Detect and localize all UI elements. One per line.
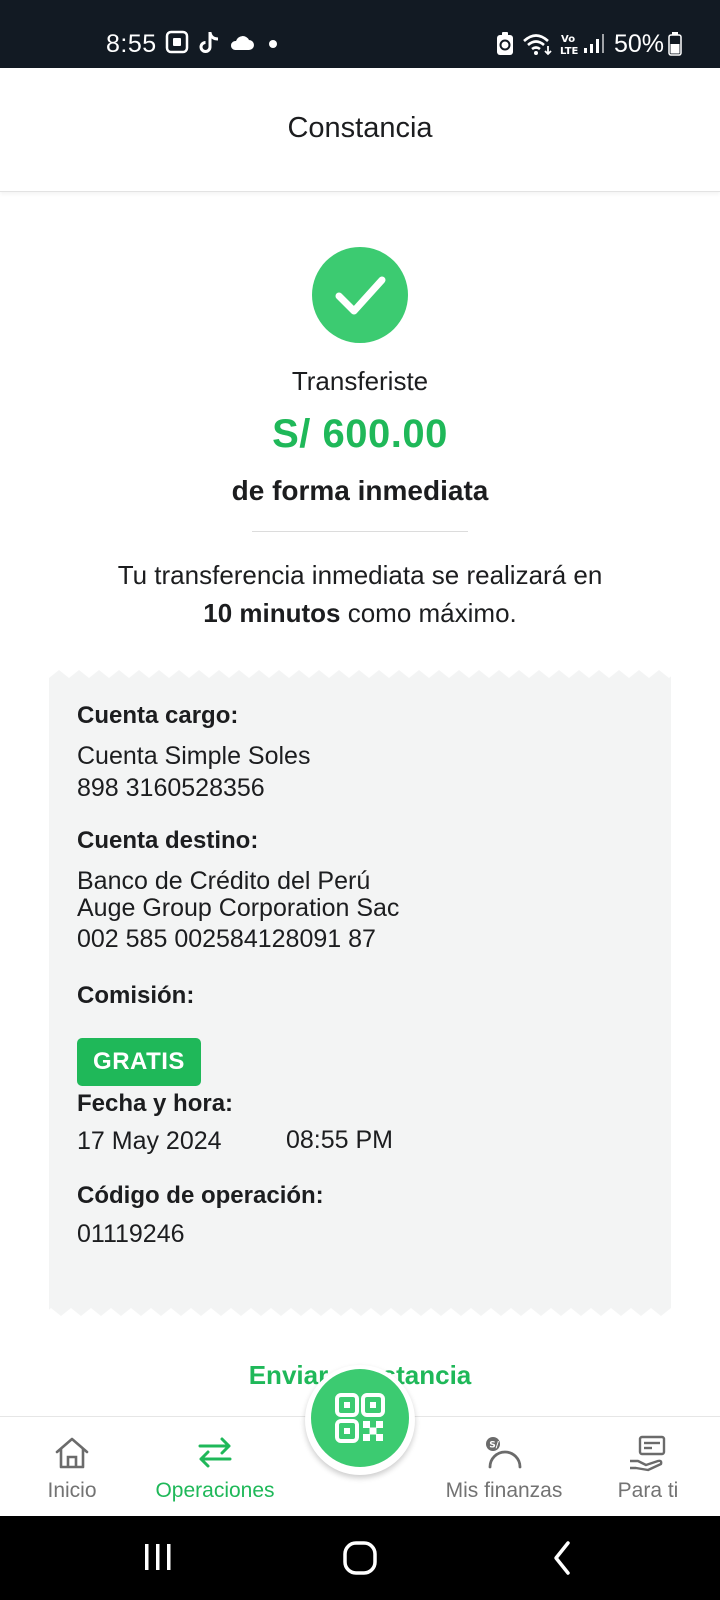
nav-item-inicio[interactable]: Inicio xyxy=(20,1417,124,1517)
header: Constancia xyxy=(0,68,720,192)
nav-item-operaciones[interactable]: Operaciones xyxy=(140,1417,290,1517)
codigo-label: Código de operación: xyxy=(77,1182,324,1209)
qr-fab-circle xyxy=(311,1369,409,1467)
signal-icon xyxy=(584,34,604,53)
volte-icon: Vo LTE xyxy=(560,34,579,56)
receipt-card: Cuenta cargo: Cuenta Simple Soles 898 31… xyxy=(49,670,671,1316)
note-duration: 10 minutos xyxy=(203,598,341,628)
status-bar: 8:55 Vo LTE 50% xyxy=(0,0,720,68)
comision-badge: GRATIS xyxy=(77,1038,201,1086)
svg-text:LTE: LTE xyxy=(560,46,579,56)
nav-label-para-ti: Para ti xyxy=(617,1479,679,1502)
cuenta-cargo-name: Cuenta Simple Soles xyxy=(77,742,311,770)
success-check-icon xyxy=(312,247,408,343)
svg-text:S/: S/ xyxy=(489,1441,499,1451)
cuenta-destino-label: Cuenta destino: xyxy=(77,827,259,854)
cuenta-cargo-label: Cuenta cargo: xyxy=(77,702,239,729)
offer-hand-icon xyxy=(630,1435,666,1472)
system-nav-bar xyxy=(0,1516,720,1600)
nav-item-para-ti[interactable]: Para ti xyxy=(600,1417,696,1517)
cloud-icon xyxy=(230,36,254,50)
nav-label-operaciones: Operaciones xyxy=(155,1479,275,1502)
cuenta-destino-number: 002 585 002584128091 87 xyxy=(77,925,376,953)
screenshot-icon xyxy=(165,30,189,54)
battery-icon xyxy=(668,32,682,56)
cuenta-destino-holder: Auge Group Corporation Sac xyxy=(77,894,400,922)
nav-item-mis-finanzas[interactable]: S/ Mis finanzas xyxy=(434,1417,574,1517)
status-time: 8:55 xyxy=(106,30,157,58)
tiktok-icon xyxy=(199,32,219,53)
page-title: Constancia xyxy=(287,112,433,144)
fecha-date: 17 May 2024 xyxy=(77,1127,222,1155)
back-icon[interactable] xyxy=(550,1538,574,1578)
recent-apps-icon[interactable] xyxy=(142,1538,174,1578)
cuenta-cargo-number: 898 3160528356 xyxy=(77,774,265,802)
codigo-value: 01119246 xyxy=(77,1220,185,1248)
transfer-label: Transferiste xyxy=(291,366,429,396)
transfer-type: de forma inmediata xyxy=(231,475,489,506)
finance-gauge-icon: S/ xyxy=(486,1437,522,1469)
svg-text:Vo: Vo xyxy=(561,34,575,45)
comision-label: Comisión: xyxy=(77,982,195,1009)
note-line1: Tu transferencia inmediata se realizará … xyxy=(117,560,603,590)
notification-dot-icon xyxy=(269,40,277,48)
cuenta-destino-bank: Banco de Crédito del Perú xyxy=(77,867,371,895)
fecha-time: 08:55 PM xyxy=(286,1126,394,1154)
battery-saver-icon xyxy=(497,32,513,55)
nav-label-inicio: Inicio xyxy=(47,1479,97,1502)
battery-percent: 50% xyxy=(614,30,665,58)
home-button-icon[interactable] xyxy=(342,1538,378,1578)
nav-label-mis-finanzas: Mis finanzas xyxy=(445,1479,563,1502)
note-rest: como máximo. xyxy=(340,598,517,628)
wifi-icon xyxy=(523,34,552,56)
transfer-amount: S/ 600.00 xyxy=(272,412,448,456)
qr-code-icon xyxy=(335,1393,385,1443)
fecha-label: Fecha y hora: xyxy=(77,1090,234,1117)
transfer-arrows-icon xyxy=(198,1437,232,1468)
home-icon xyxy=(55,1437,89,1469)
divider xyxy=(252,531,468,532)
qr-fab[interactable] xyxy=(305,1365,415,1475)
transfer-note: Tu transferencia inmediata se realizará … xyxy=(0,556,720,632)
